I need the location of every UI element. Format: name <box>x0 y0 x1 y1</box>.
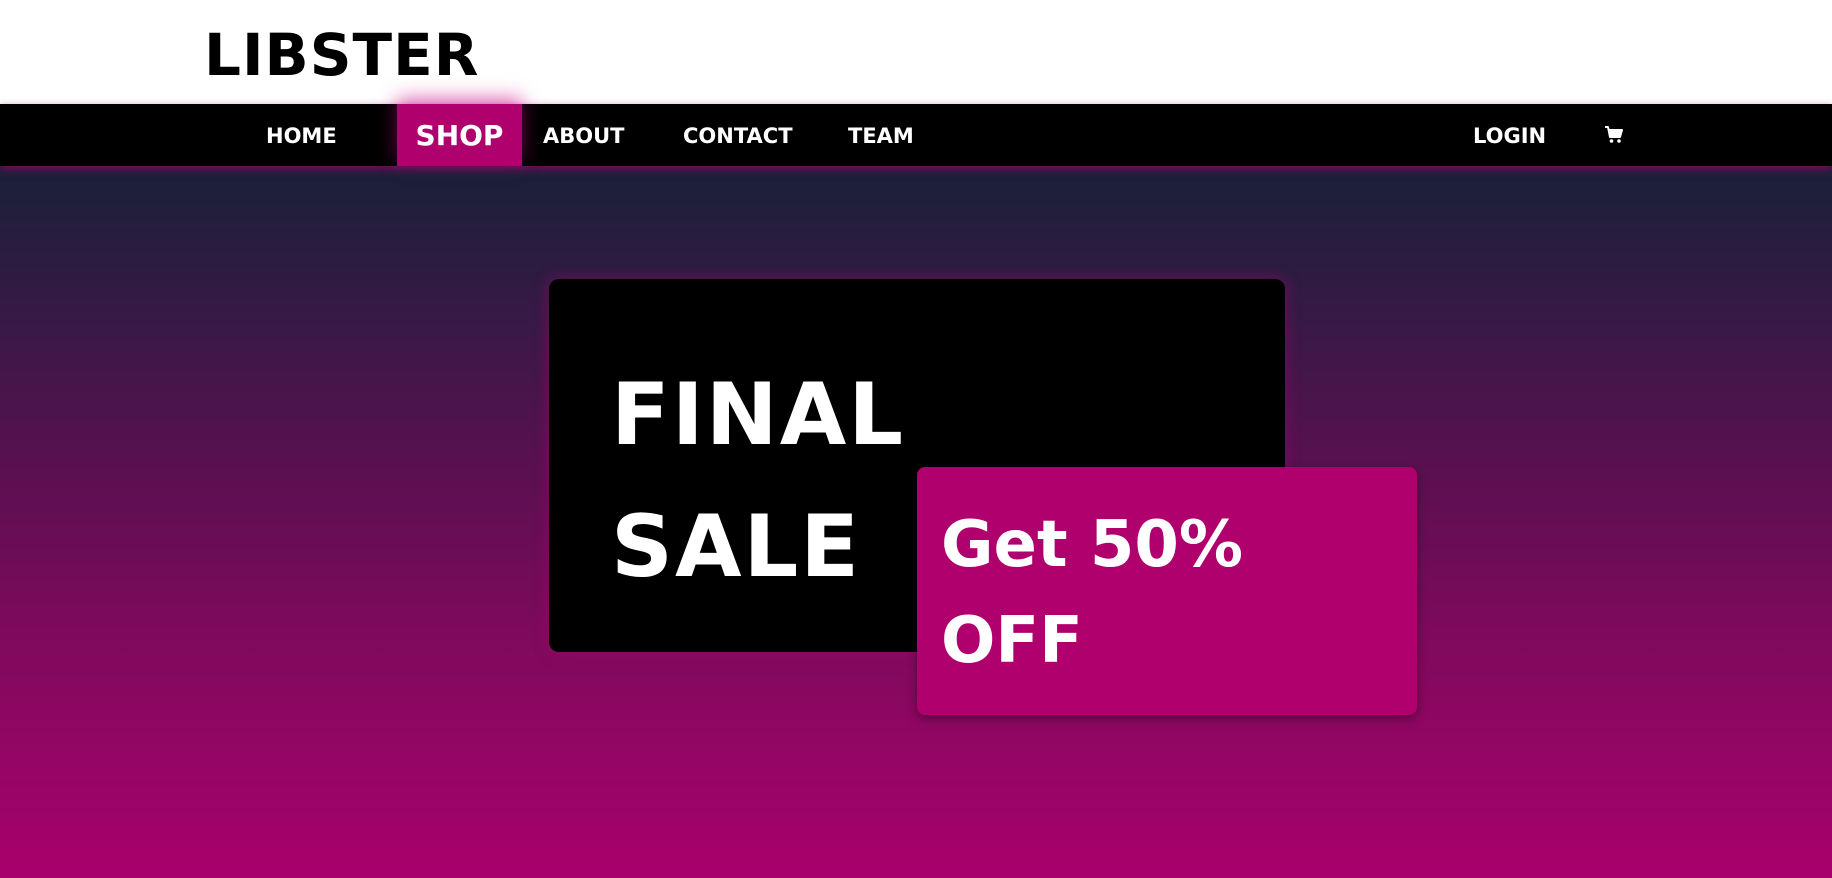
site-logo[interactable]: LIBSTER <box>204 22 479 88</box>
sale-heading-line2: SALE <box>611 497 862 597</box>
offer-text-line1: Get 50% <box>941 508 1243 582</box>
site-header: LIBSTER <box>0 0 1832 104</box>
nav-contact[interactable]: CONTACT <box>683 104 793 166</box>
discount-offer-card[interactable]: Get 50% OFF <box>917 467 1417 715</box>
cart-icon[interactable] <box>1604 125 1624 145</box>
offer-text-line2: OFF <box>941 604 1083 678</box>
sale-heading-line1: FINAL <box>611 365 906 465</box>
nav-home[interactable]: HOME <box>266 104 337 166</box>
main-navbar: HOME SHOP ABOUT CONTACT TEAM LOGIN <box>0 104 1832 166</box>
nav-about[interactable]: ABOUT <box>543 104 625 166</box>
nav-team[interactable]: TEAM <box>848 104 914 166</box>
nav-login[interactable]: LOGIN <box>1473 104 1546 166</box>
nav-shop[interactable]: SHOP <box>397 104 522 166</box>
